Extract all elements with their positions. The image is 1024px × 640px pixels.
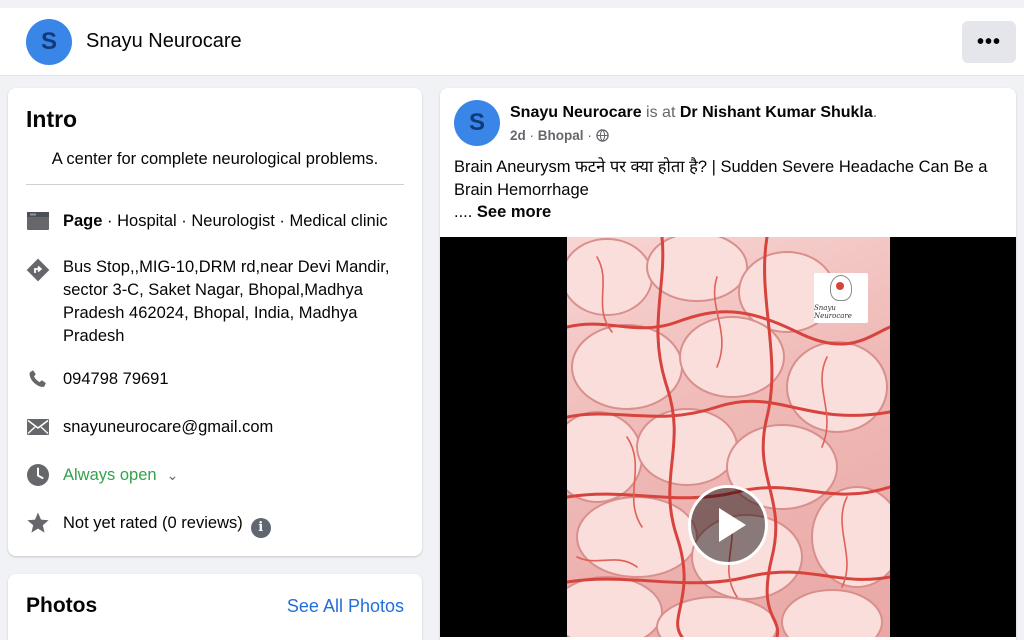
post-connector: is at [641, 104, 680, 121]
post-place[interactable]: Bhopal [538, 128, 584, 143]
page-category-row: Page · Hospital · Neurologist · Medical … [26, 208, 416, 236]
star-icon [26, 511, 50, 535]
globe-icon [595, 129, 609, 145]
post-text: Brain Aneurysm फटने पर क्या होता है? | S… [454, 158, 988, 199]
address-text[interactable]: Bus Stop,,MIG-10,DRM rd,near Devi Mandir… [63, 256, 413, 348]
address-row: Bus Stop,,MIG-10,DRM rd,near Devi Mandir… [26, 256, 416, 348]
play-button[interactable] [688, 485, 768, 565]
more-icon: ••• [976, 30, 1001, 53]
video-watermark: Snayu Neurocare [814, 273, 868, 323]
hours-text[interactable]: Always open ⌄ [63, 464, 413, 487]
mail-icon [26, 415, 50, 439]
post-meta: 2d · Bhopal · [510, 128, 609, 145]
info-icon[interactable]: i [250, 517, 271, 538]
play-icon [718, 508, 746, 542]
email-text[interactable]: snayuneurocare@gmail.com [63, 416, 413, 439]
post-video[interactable]: Snayu Neurocare [440, 237, 1016, 637]
hours-row[interactable]: Always open ⌄ [26, 462, 416, 490]
post-author-link[interactable]: Snayu Neurocare [510, 104, 642, 121]
phone-icon [26, 367, 50, 391]
photos-title: Photos [26, 594, 98, 617]
intro-card: Intro A center for complete neurological… [8, 88, 422, 556]
rating-row: Not yet rated (0 reviews) i [26, 510, 416, 538]
rating-text: Not yet rated (0 reviews) i [63, 512, 413, 538]
hours-label: Always open [63, 466, 157, 484]
top-strip [0, 0, 1024, 8]
intro-divider [26, 184, 404, 185]
meta-separator: · [529, 128, 535, 143]
page-title[interactable]: Snayu Neurocare [86, 30, 242, 53]
rating-label: Not yet rated (0 reviews) [63, 514, 243, 532]
see-more-link[interactable]: See more [477, 203, 551, 221]
page-type-label: Page [63, 212, 103, 230]
more-options-button[interactable]: ••• [962, 21, 1016, 63]
photos-card: Photos See All Photos [8, 574, 422, 640]
watermark-logo [830, 275, 852, 301]
post-card: S Snayu Neurocare is at Dr Nishant Kumar… [440, 88, 1016, 640]
intro-description: A center for complete neurological probl… [51, 150, 379, 168]
chevron-down-icon[interactable]: ⌄ [167, 464, 179, 487]
watermark-text: Snayu Neurocare [814, 304, 852, 320]
page-categories: · Hospital · Neurologist · Medical clini… [102, 212, 388, 230]
email-row: snayuneurocare@gmail.com [26, 414, 416, 442]
meta-separator-2: · [587, 128, 592, 143]
post-location-link[interactable]: Dr Nishant Kumar Shukla [680, 104, 873, 121]
post-timestamp[interactable]: 2d [510, 128, 526, 143]
page-icon [26, 209, 50, 233]
intro-title: Intro [26, 106, 78, 132]
clock-icon [26, 463, 50, 487]
see-more-row: .... See more [454, 203, 551, 222]
post-period: . [872, 104, 878, 121]
see-all-photos-link[interactable]: See All Photos [287, 596, 404, 617]
page-header: S Snayu Neurocare ••• [0, 8, 1024, 76]
directions-icon [26, 258, 50, 282]
phone-text[interactable]: 094798 79691 [63, 368, 413, 391]
page-avatar[interactable]: S [26, 19, 72, 65]
post-avatar[interactable]: S [454, 100, 500, 146]
video-thumbnail: Snayu Neurocare [567, 237, 890, 637]
phone-row: 094798 79691 [26, 366, 416, 394]
page-category-text: Page · Hospital · Neurologist · Medical … [63, 210, 413, 233]
post-ellipsis: .... [454, 203, 477, 221]
post-header: Snayu Neurocare is at Dr Nishant Kumar S… [510, 104, 877, 122]
